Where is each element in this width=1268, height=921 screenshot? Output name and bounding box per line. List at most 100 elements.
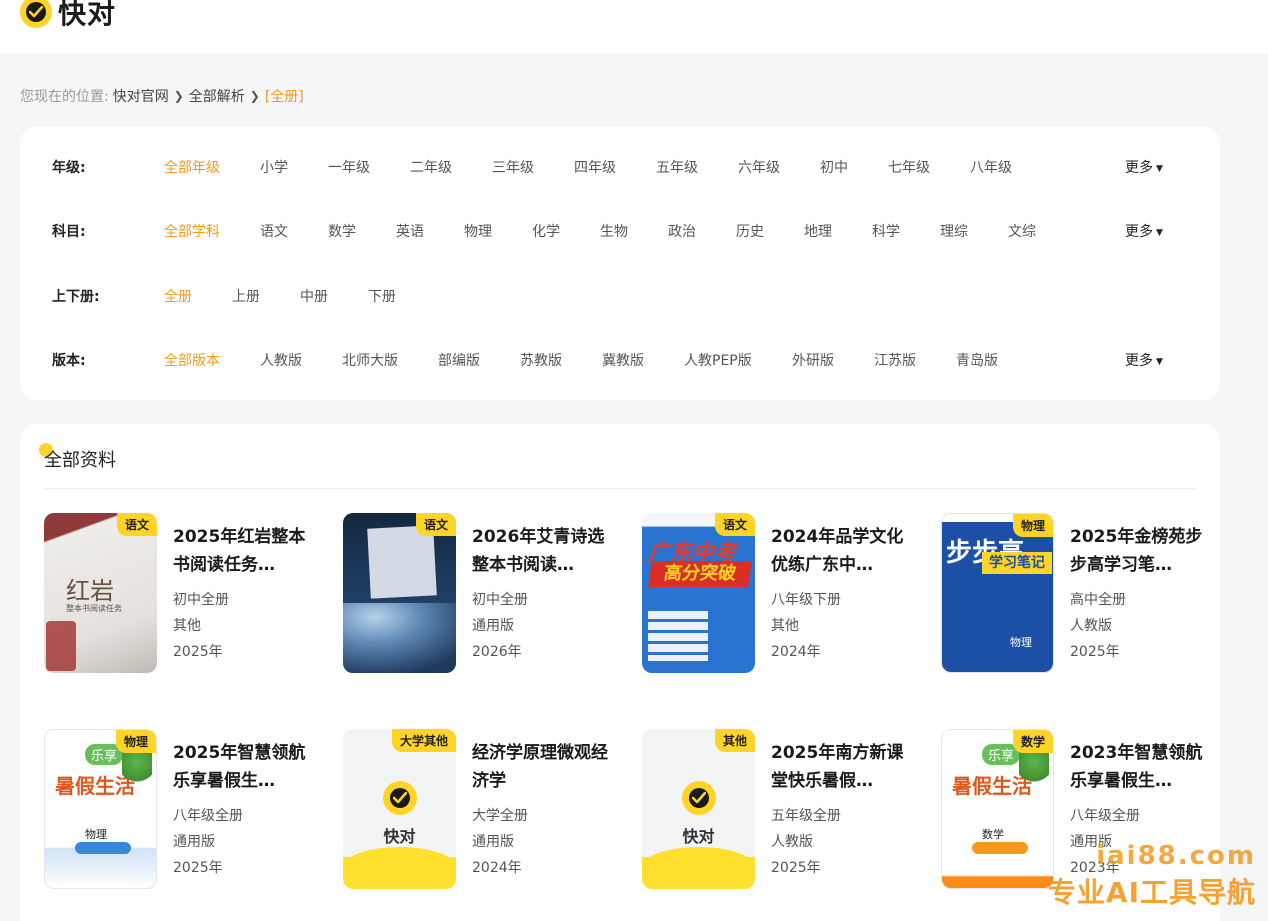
filter-option-edition[interactable]: 冀教版 <box>602 350 644 370</box>
filter-option-subject[interactable]: 地理 <box>804 221 832 241</box>
cover-placeholder-text: 快对 <box>383 827 416 846</box>
cover-paper <box>367 525 437 599</box>
watermark-text: 专业AI工具导航 <box>1047 876 1256 909</box>
book-meta: 大学全册 通用版 2024年 <box>472 803 612 881</box>
book-cover[interactable]: 快对 其他 <box>642 729 755 889</box>
watermark-url: iai88.com <box>1096 841 1256 871</box>
filter-option-edition[interactable]: 部编版 <box>438 350 480 370</box>
cover-band <box>343 847 456 889</box>
filter-option-grade[interactable]: 小学 <box>260 157 288 177</box>
book-cover[interactable]: 语文 <box>343 513 456 673</box>
book-card[interactable]: 快对 其他 2025年南方新课堂快乐暑假… 五年级全册 人教版 2025年 <box>642 729 922 889</box>
results-panel: 全部资料 红岩 整本书阅读任务 语文 2025年红岩整本书阅读任务… 初中全册 … <box>20 424 1220 921</box>
filter-option-edition[interactable]: 北师大版 <box>342 350 398 370</box>
cover-title: 红岩 <box>66 577 114 605</box>
caret-down-icon: ▼ <box>1156 357 1163 367</box>
book-grade: 高中全册 <box>1070 592 1126 608</box>
filter-option-subject[interactable]: 生物 <box>600 221 628 241</box>
book-card[interactable]: 快对 大学其他 经济学原理微观经济学 大学全册 通用版 2024年 <box>343 729 623 889</box>
book-info: 2025年南方新课堂快乐暑假… 五年级全册 人教版 2025年 <box>771 739 911 881</box>
filter-option-edition[interactable]: 江苏版 <box>874 350 916 370</box>
book-cover[interactable]: 红岩 整本书阅读任务 语文 <box>44 513 157 673</box>
book-edition: 通用版 <box>472 834 514 850</box>
filter-option-grade[interactable]: 八年级 <box>970 157 1012 177</box>
filter-panel: 年级: 全部年级 小学 一年级 二年级 三年级 四年级 五年级 六年级 初中 七… <box>20 127 1220 400</box>
book-card[interactable]: 广东中考 高分突破 语文 2024年品学文化优练广东中… 八年级下册 其他 20… <box>642 513 922 673</box>
book-title[interactable]: 2025年南方新课堂快乐暑假… <box>771 739 911 795</box>
filter-option-grade[interactable]: 六年级 <box>738 157 780 177</box>
more-grades-button[interactable]: 更多 ▼ <box>1125 157 1163 177</box>
filter-option-subject-all[interactable]: 全部学科 <box>164 221 220 241</box>
book-title[interactable]: 2025年智慧领航乐享暑假生… <box>173 739 313 795</box>
filter-option-subject[interactable]: 语文 <box>260 221 288 241</box>
filter-option-volume[interactable]: 上册 <box>232 286 260 306</box>
filter-option-subject[interactable]: 理综 <box>940 221 968 241</box>
breadcrumb-all-link[interactable]: 全部解析 <box>189 86 245 106</box>
chevron-right-icon: ❯ <box>249 89 260 103</box>
book-card[interactable]: 语文 2026年艾青诗选整本书阅读… 初中全册 通用版 2026年 <box>343 513 623 673</box>
filter-option-grade[interactable]: 四年级 <box>574 157 616 177</box>
book-info: 经济学原理微观经济学 大学全册 通用版 2024年 <box>472 739 612 881</box>
filter-option-subject[interactable]: 数学 <box>328 221 356 241</box>
filter-option-subject[interactable]: 物理 <box>464 221 492 241</box>
book-edition: 通用版 <box>472 618 514 634</box>
book-cover[interactable]: 快对 大学其他 <box>343 729 456 889</box>
filter-option-edition[interactable]: 苏教版 <box>520 350 562 370</box>
book-cover[interactable]: 乐享 暑假生活 数学 数学 <box>941 729 1054 889</box>
filter-option-grade-all[interactable]: 全部年级 <box>164 157 220 177</box>
subject-tag: 语文 <box>116 513 157 536</box>
filter-option-volume[interactable]: 中册 <box>300 286 328 306</box>
divider <box>44 488 1196 489</box>
filter-option-grade[interactable]: 七年级 <box>888 157 930 177</box>
book-cover[interactable]: 乐享 暑假生活 物理 物理 <box>44 729 157 889</box>
filter-option-grade[interactable]: 二年级 <box>410 157 452 177</box>
book-title[interactable]: 2025年红岩整本书阅读任务… <box>173 523 313 579</box>
more-label: 更多 <box>1125 224 1153 240</box>
more-label: 更多 <box>1125 353 1153 369</box>
filter-option-edition-all[interactable]: 全部版本 <box>164 350 220 370</box>
more-subjects-button[interactable]: 更多 ▼ <box>1125 221 1163 241</box>
filter-option-grade[interactable]: 三年级 <box>492 157 534 177</box>
chevron-right-icon: ❯ <box>173 89 184 103</box>
book-card[interactable]: 红岩 整本书阅读任务 语文 2025年红岩整本书阅读任务… 初中全册 其他 20… <box>44 513 324 673</box>
brand-logo[interactable]: 快对 <box>20 0 116 30</box>
book-card[interactable]: 步步高 学习笔记 物理 物理 2025年金榜苑步步高学习笔… 高中全册 人教版 … <box>941 513 1221 673</box>
brand-name: 快对 <box>58 0 117 30</box>
book-title[interactable]: 2024年品学文化优练广东中… <box>771 523 911 579</box>
cover-wave <box>343 603 456 673</box>
book-info: 2024年品学文化优练广东中… 八年级下册 其他 2024年 <box>771 523 911 665</box>
filter-option-edition[interactable]: 人教版 <box>260 350 302 370</box>
book-title[interactable]: 2025年金榜苑步步高学习笔… <box>1070 523 1210 579</box>
book-cover[interactable]: 广东中考 高分突破 语文 <box>642 513 755 673</box>
filter-option-grade[interactable]: 初中 <box>820 157 848 177</box>
cover-rows <box>648 611 708 661</box>
filter-option-subject[interactable]: 英语 <box>396 221 424 241</box>
filter-option-edition[interactable]: 人教PEP版 <box>684 350 752 370</box>
filter-row-edition: 版本: 全部版本 人教版 北师大版 部编版 苏教版 冀教版 人教PEP版 外研版… <box>20 348 1220 372</box>
subject-tag: 大学其他 <box>391 729 456 752</box>
book-cover[interactable]: 步步高 学习笔记 物理 物理 <box>941 513 1054 673</box>
subject-tag: 其他 <box>714 729 755 752</box>
subject-tag: 数学 <box>1012 730 1053 753</box>
cover-placeholder-text: 快对 <box>682 827 715 846</box>
filter-option-edition[interactable]: 外研版 <box>792 350 834 370</box>
filter-option-grade[interactable]: 一年级 <box>328 157 370 177</box>
filter-option-subject[interactable]: 化学 <box>532 221 560 241</box>
book-edition: 人教版 <box>771 834 813 850</box>
more-editions-button[interactable]: 更多 ▼ <box>1125 350 1163 370</box>
filter-option-grade[interactable]: 五年级 <box>656 157 698 177</box>
book-card[interactable]: 乐享 暑假生活 物理 物理 2025年智慧领航乐享暑假生… 八年级全册 通用版 … <box>44 729 324 889</box>
filter-option-volume-all[interactable]: 全册 <box>164 286 192 306</box>
breadcrumb-home-link[interactable]: 快对官网 <box>113 86 169 106</box>
filter-option-edition[interactable]: 青岛版 <box>956 350 998 370</box>
filter-option-subject[interactable]: 科学 <box>872 221 900 241</box>
filter-option-subject[interactable]: 文综 <box>1008 221 1036 241</box>
book-title[interactable]: 经济学原理微观经济学 <box>472 739 612 795</box>
book-title[interactable]: 2023年智慧领航乐享暑假生… <box>1070 739 1210 795</box>
filter-option-volume[interactable]: 下册 <box>368 286 396 306</box>
watermark: iai88.com 专业AI工具导航 <box>1048 841 1256 911</box>
filter-row-grade: 年级: 全部年级 小学 一年级 二年级 三年级 四年级 五年级 六年级 初中 七… <box>20 155 1220 179</box>
book-title[interactable]: 2026年艾青诗选整本书阅读… <box>472 523 612 579</box>
filter-option-subject[interactable]: 政治 <box>668 221 696 241</box>
filter-option-subject[interactable]: 历史 <box>736 221 764 241</box>
